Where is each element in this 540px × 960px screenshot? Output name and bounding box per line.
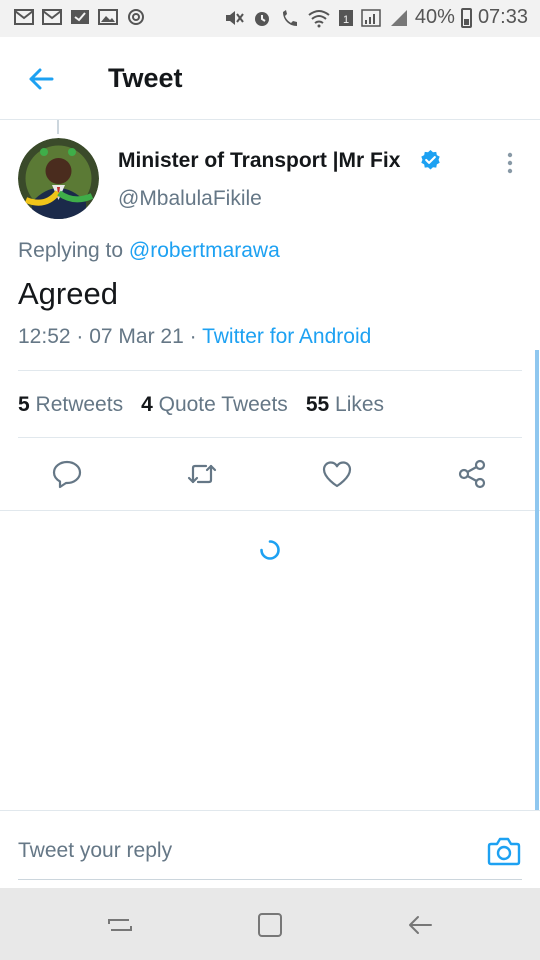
likes-count: 55 xyxy=(305,393,330,416)
battery-percent: 40% xyxy=(414,6,455,28)
retweets-label: Retweets xyxy=(35,393,124,416)
quotes-stat[interactable]: 4 Quote Tweets xyxy=(141,393,288,417)
loading-spinner-icon xyxy=(260,540,280,560)
recent-apps-icon[interactable] xyxy=(105,910,135,940)
more-options-icon[interactable] xyxy=(500,150,520,176)
signal-icon xyxy=(361,8,381,27)
author-handle[interactable]: @MbalulaFikile xyxy=(118,187,262,211)
like-icon[interactable] xyxy=(321,458,353,490)
notification-icons xyxy=(14,8,146,26)
share-icon[interactable] xyxy=(456,458,488,490)
tweet-stats: 5 Retweets 4 Quote Tweets 55 Likes xyxy=(18,393,384,417)
tweet-timestamp: 12:52 · 07 Mar 21 · xyxy=(18,325,203,348)
inbox-icon xyxy=(71,10,89,24)
sync-icon xyxy=(128,9,144,25)
mute-icon xyxy=(225,10,244,25)
arrow-left-icon[interactable] xyxy=(24,62,58,96)
svg-text:1: 1 xyxy=(343,14,349,26)
wifi-call-icon xyxy=(282,9,297,26)
replying-prefix: Replying to xyxy=(18,239,129,262)
verified-badge-icon xyxy=(421,149,440,170)
battery-icon xyxy=(460,7,472,28)
reply-input-underline xyxy=(18,879,522,880)
gmail-icon xyxy=(14,9,34,25)
retweets-count: 5 xyxy=(18,393,30,416)
signal-strength-icon xyxy=(390,9,407,26)
thread-connector xyxy=(57,120,59,134)
replying-to-link[interactable]: @robertmarawa xyxy=(129,239,280,262)
likes-label: Likes xyxy=(335,393,385,416)
divider xyxy=(18,370,522,371)
retweet-icon[interactable] xyxy=(186,458,218,490)
tweet-source-link[interactable]: Twitter for Android xyxy=(202,325,371,348)
tweet-actions xyxy=(0,440,540,510)
alarm-icon xyxy=(254,11,269,26)
likes-stat[interactable]: 55 Likes xyxy=(306,393,384,417)
quotes-label: Quote Tweets xyxy=(158,393,288,416)
camera-icon[interactable] xyxy=(487,835,521,867)
clock: 07:33 xyxy=(477,6,528,28)
retweets-stat[interactable]: 5 Retweets xyxy=(18,393,123,417)
quotes-count: 4 xyxy=(141,393,153,416)
divider xyxy=(18,437,522,438)
scrollbar[interactable] xyxy=(535,350,539,812)
author-name[interactable]: Minister of Transport |Mr Fix xyxy=(118,149,400,173)
system-icons: 1 40% 07:33 xyxy=(223,6,528,29)
gallery-icon xyxy=(98,9,118,25)
page-title: Tweet xyxy=(108,63,183,93)
replying-to: Replying to @robertmarawa xyxy=(18,239,280,263)
app-header: Tweet xyxy=(0,37,540,120)
sim-icon: 1 xyxy=(338,9,353,26)
avatar[interactable] xyxy=(18,138,99,219)
reply-input[interactable]: Tweet your reply xyxy=(18,839,172,863)
wifi-icon xyxy=(308,9,330,27)
reply-icon[interactable] xyxy=(51,458,83,490)
tweet-meta: 12:52 · 07 Mar 21 · Twitter for Android xyxy=(18,325,371,349)
home-icon[interactable] xyxy=(255,910,285,940)
tweet-text: Agreed xyxy=(18,276,118,311)
status-bar: 1 40% 07:33 xyxy=(0,0,540,37)
divider xyxy=(0,510,540,511)
back-icon[interactable] xyxy=(405,910,435,940)
system-nav-bar xyxy=(0,888,540,960)
gmail-icon xyxy=(42,9,62,25)
reply-composer: Tweet your reply xyxy=(0,810,540,888)
